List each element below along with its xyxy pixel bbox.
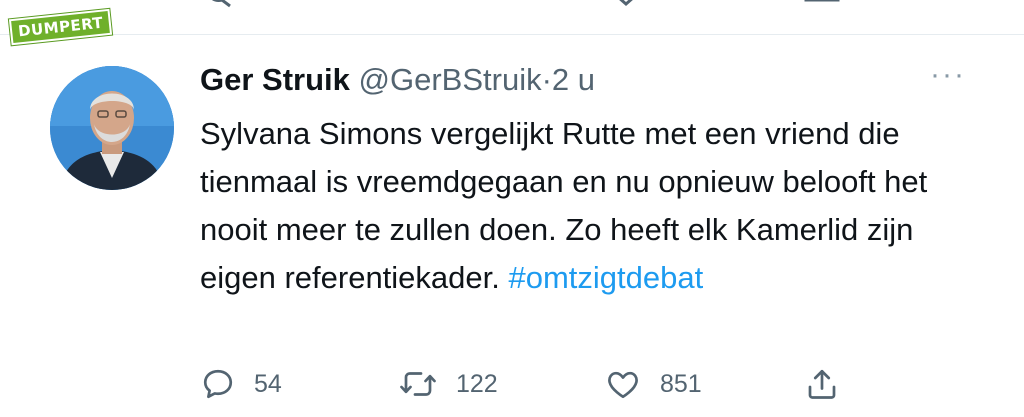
retweet-button[interactable]: 122 bbox=[398, 362, 498, 406]
divider bbox=[0, 34, 1024, 35]
share-icon[interactable] bbox=[802, 0, 842, 10]
reply-icon bbox=[203, 369, 233, 399]
avatar[interactable] bbox=[50, 66, 174, 190]
retweet-icon[interactable] bbox=[398, 0, 446, 10]
retweet-icon bbox=[400, 372, 436, 396]
reply-button[interactable]: 54 bbox=[200, 362, 282, 406]
like-count: 851 bbox=[660, 369, 702, 398]
tweet-header: Ger Struik @GerBStruik·2 u bbox=[200, 60, 595, 100]
author-name[interactable]: Ger Struik bbox=[200, 62, 350, 97]
like-icon bbox=[608, 371, 638, 399]
timestamp[interactable]: 2 u bbox=[552, 62, 595, 97]
tweet-text: Sylvana Simons vergelijkt Rutte met een … bbox=[200, 110, 990, 302]
share-icon bbox=[808, 369, 836, 399]
like-icon[interactable] bbox=[606, 0, 646, 10]
reply-count: 54 bbox=[254, 369, 282, 398]
more-options-icon[interactable]: ··· bbox=[930, 60, 974, 90]
reply-icon[interactable] bbox=[200, 0, 240, 10]
retweet-count: 122 bbox=[456, 369, 498, 398]
hashtag-link[interactable]: #omtzigtdebat bbox=[509, 260, 704, 295]
avatar-photo bbox=[50, 66, 174, 190]
share-button[interactable] bbox=[804, 362, 840, 406]
author-handle[interactable]: @GerBStruik bbox=[359, 62, 542, 97]
tweet-actions: 54 122 851 bbox=[200, 362, 1000, 406]
separator-dot: · bbox=[541, 62, 552, 97]
dumpert-watermark: DUMPERT bbox=[8, 8, 113, 46]
previous-tweet-actions bbox=[0, 0, 1024, 10]
like-button[interactable]: 851 bbox=[604, 362, 702, 406]
